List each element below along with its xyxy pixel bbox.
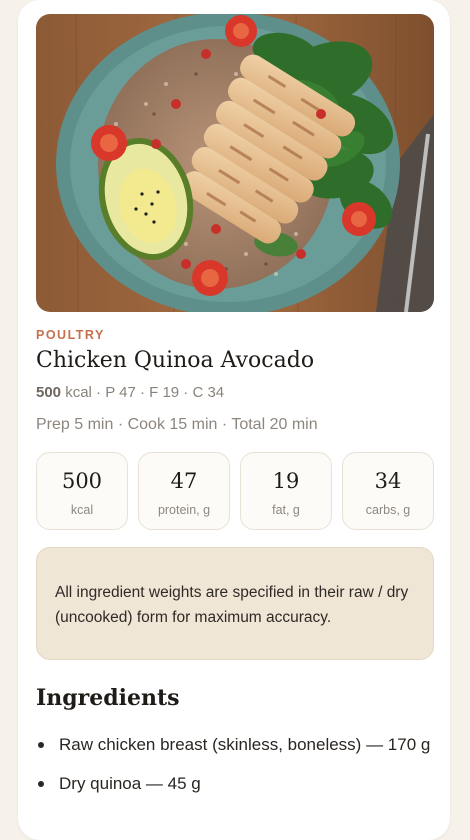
- stat-label: kcal: [70, 503, 94, 517]
- stat-value: 19: [272, 469, 300, 493]
- time-summary: Prep 5 min · Cook 15 min · Total 20 min: [36, 416, 318, 433]
- stat-value: 500: [61, 469, 103, 493]
- recipe-photo: [36, 14, 434, 312]
- recipe-title: Chicken Quinoa Avocado: [36, 348, 315, 373]
- macro-kcal-value: 500: [36, 384, 62, 401]
- ingredient-text: Raw chicken breast (skinless, boneless) …: [59, 735, 431, 754]
- stat-fat: 19 fat, g: [240, 452, 332, 530]
- nutrition-stats: 500 kcal 47 protein, g 19 fat, g 34 carb…: [36, 452, 434, 530]
- stat-label: protein, g: [157, 503, 211, 517]
- bullet-icon: [38, 742, 44, 748]
- stat-label: fat, g: [272, 503, 300, 517]
- list-item: Dry quinoa — 45 g: [36, 769, 434, 798]
- macro-summary-rest: kcal · P 47 · F 19 · C 34: [61, 384, 225, 401]
- bullet-icon: [38, 781, 44, 787]
- list-item: Raw chicken breast (skinless, boneless) …: [36, 730, 434, 759]
- ingredients-list: Raw chicken breast (skinless, boneless) …: [36, 730, 434, 808]
- ingredients-heading: Ingredients: [36, 685, 180, 711]
- ingredient-text: Dry quinoa — 45 g: [59, 774, 201, 793]
- page: POULTRY Chicken Quinoa Avocado 500 kcal …: [0, 0, 470, 840]
- stat-kcal: 500 kcal: [36, 452, 128, 530]
- raw-weight-note: All ingredient weights are specified in …: [36, 547, 434, 660]
- stat-label: carbs, g: [365, 503, 411, 517]
- macro-summary: 500 kcal · P 47 · F 19 · C 34: [36, 384, 224, 401]
- stat-carbs: 34 carbs, g: [342, 452, 434, 530]
- stat-value: 47: [170, 469, 198, 493]
- stat-value: 34: [374, 469, 402, 493]
- recipe-category: POULTRY: [36, 328, 105, 342]
- stat-protein: 47 protein, g: [138, 452, 230, 530]
